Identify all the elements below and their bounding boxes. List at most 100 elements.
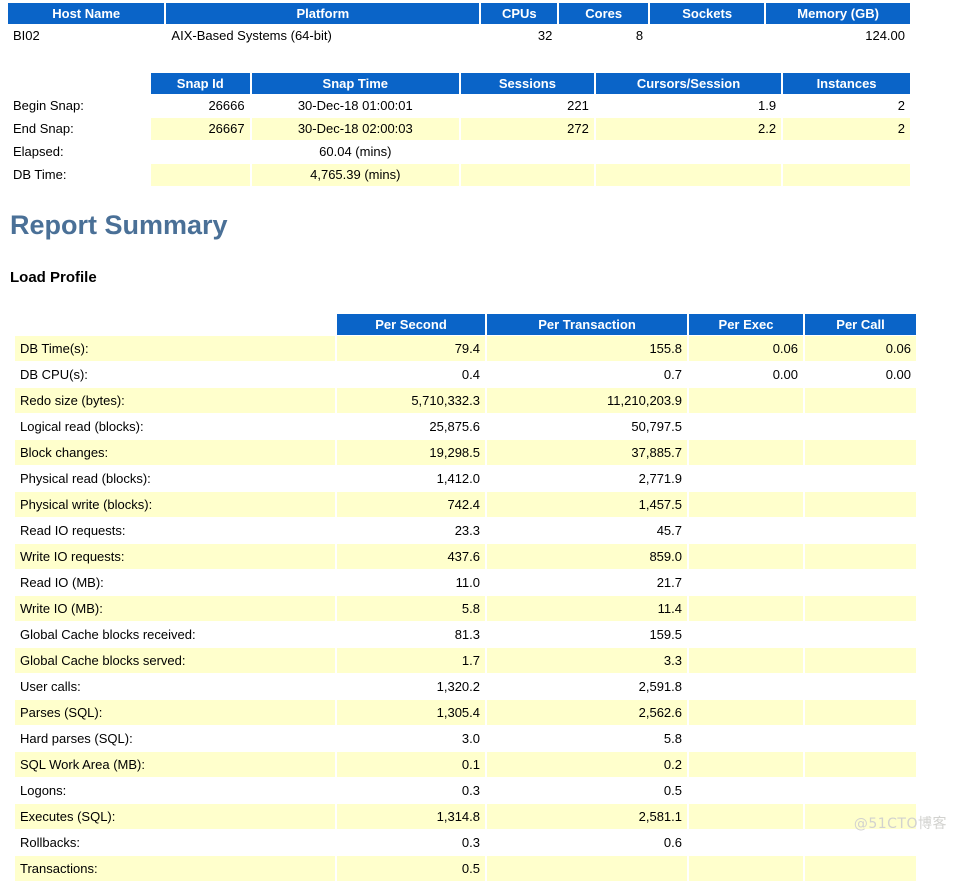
load-profile-metric-value: 50,797.5 <box>487 414 687 439</box>
load-profile-metric-value: 21.7 <box>487 570 687 595</box>
load-profile-metric-value <box>805 492 916 517</box>
snapshot-header-sessions: Sessions <box>460 73 594 94</box>
table-row: Hard parses (SQL): 3.0 5.8 <box>15 726 916 751</box>
load-profile-metric-value <box>805 830 916 855</box>
load-profile-metric-label: DB Time(s): <box>15 336 335 361</box>
table-row: End Snap: 26667 30-Dec-18 02:00:03 272 2… <box>8 118 910 140</box>
load-profile-metric-value: 159.5 <box>487 622 687 647</box>
load-profile-metric-value: 437.6 <box>337 544 485 569</box>
host-info-table: Host Name Platform CPUs Cores Sockets Me… <box>6 2 912 48</box>
load-profile-metric-value: 0.5 <box>487 778 687 803</box>
watermark: @51CTO博客 <box>853 816 947 832</box>
snapshot-info-table: Snap Id Snap Time Sessions Cursors/Sessi… <box>6 72 912 187</box>
load-profile-metric-value: 1,305.4 <box>337 700 485 725</box>
load-profile-metric-value: 1,412.0 <box>337 466 485 491</box>
table-row: BI02 AIX-Based Systems (64-bit) 32 8 124… <box>8 25 910 47</box>
host-info-header-cpus: CPUs <box>481 3 558 24</box>
host-info-header-memory: Memory (GB) <box>766 3 910 24</box>
load-profile-metric-value: 2,591.8 <box>487 674 687 699</box>
snapshot-db-time-snap-id <box>150 164 250 186</box>
load-profile-metric-label: Logons: <box>15 778 335 803</box>
load-profile-metric-value: 79.4 <box>337 336 485 361</box>
table-row: Executes (SQL): 1,314.8 2,581.1 <box>15 804 916 829</box>
load-profile-metric-value <box>805 596 916 621</box>
load-profile-metric-value: 0.00 <box>689 362 803 387</box>
snapshot-elapsed-instances <box>783 141 910 163</box>
host-info-cell-memory: 124.00 <box>766 25 910 47</box>
load-profile-metric-value: 0.3 <box>337 830 485 855</box>
load-profile-metric-value: 5.8 <box>337 596 485 621</box>
table-row: Block changes: 19,298.5 37,885.7 <box>15 440 916 465</box>
snapshot-begin-snap-id: 26666 <box>150 95 250 117</box>
load-profile-metric-label: Hard parses (SQL): <box>15 726 335 751</box>
load-profile-metric-value: 25,875.6 <box>337 414 485 439</box>
host-info-header-cores: Cores <box>559 3 649 24</box>
load-profile-metric-value: 3.0 <box>337 726 485 751</box>
load-profile-metric-label: Write IO requests: <box>15 544 335 569</box>
load-profile-metric-value <box>805 570 916 595</box>
table-row: Write IO (MB): 5.8 11.4 <box>15 596 916 621</box>
snapshot-db-time-value: 4,765.39 (mins) <box>251 164 459 186</box>
load-profile-metric-value: 1,314.8 <box>337 804 485 829</box>
load-profile-metric-value <box>805 518 916 543</box>
snapshot-end-instances: 2 <box>783 118 910 140</box>
host-info-cell-host-name: BI02 <box>8 25 165 47</box>
snapshot-header-cursors-session: Cursors/Session <box>595 73 782 94</box>
load-profile-metric-label: Global Cache blocks served: <box>15 648 335 673</box>
load-profile-metric-value: 2,771.9 <box>487 466 687 491</box>
load-profile-metric-value: 0.7 <box>487 362 687 387</box>
load-profile-metric-value <box>805 700 916 725</box>
snapshot-label-begin-snap: Begin Snap: <box>13 98 84 113</box>
table-row: Redo size (bytes): 5,710,332.3 11,210,203.… <box>15 388 916 413</box>
load-profile-metric-value <box>689 388 803 413</box>
snapshot-db-time-sessions <box>460 164 594 186</box>
load-profile-metric-value: 1,320.2 <box>337 674 485 699</box>
load-profile-metric-value: 37,885.7 <box>487 440 687 465</box>
load-profile-metric-value: 0.3 <box>337 778 485 803</box>
load-profile-metric-label: Redo size (bytes): <box>15 388 335 413</box>
load-profile-metric-value: 2,562.6 <box>487 700 687 725</box>
load-profile-metric-value: 1.7 <box>337 648 485 673</box>
table-row: SQL Work Area (MB): 0.1 0.2 <box>15 752 916 777</box>
load-profile-metric-value <box>689 518 803 543</box>
load-profile-metric-label: DB CPU(s): <box>15 362 335 387</box>
load-profile-header-per-second: Per Second <box>337 314 485 335</box>
load-profile-metric-value <box>689 570 803 595</box>
load-profile-metric-value <box>689 752 803 777</box>
load-profile-metric-value <box>805 466 916 491</box>
load-profile-metric-label: Executes (SQL): <box>15 804 335 829</box>
host-info-cell-cores: 8 <box>559 25 649 47</box>
load-profile-metric-value: 0.5 <box>337 856 485 881</box>
table-row: DB Time(s): 79.4 155.8 0.06 0.06 <box>15 336 916 361</box>
snapshot-end-snap-time: 30-Dec-18 02:00:03 <box>251 118 459 140</box>
load-profile-metric-value: 0.06 <box>805 336 916 361</box>
load-profile-metric-value <box>689 674 803 699</box>
load-profile-metric-label: Physical write (blocks): <box>15 492 335 517</box>
load-profile-metric-value <box>805 778 916 803</box>
load-profile-metric-value: 23.3 <box>337 518 485 543</box>
load-profile-metric-value <box>805 674 916 699</box>
load-profile-metric-value <box>805 544 916 569</box>
load-profile-metric-value <box>689 700 803 725</box>
load-profile-metric-label: SQL Work Area (MB): <box>15 752 335 777</box>
load-profile-header-row: Per Second Per Transaction Per Exec Per … <box>15 314 916 335</box>
table-row: Read IO (MB): 11.0 21.7 <box>15 570 916 595</box>
load-profile-metric-value: 81.3 <box>337 622 485 647</box>
snapshot-header-snap-time: Snap Time <box>251 73 459 94</box>
snapshot-label-elapsed: Elapsed: <box>13 144 64 159</box>
load-profile-metric-label: Rollbacks: <box>15 830 335 855</box>
page-title: Report Summary <box>10 210 228 240</box>
load-profile-header-per-exec: Per Exec <box>689 314 803 335</box>
table-row: User calls: 1,320.2 2,591.8 <box>15 674 916 699</box>
load-profile-metric-value <box>689 596 803 621</box>
load-profile-metric-label: Parses (SQL): <box>15 700 335 725</box>
host-info-header-platform: Platform <box>166 3 480 24</box>
host-info-header-sockets: Sockets <box>650 3 765 24</box>
load-profile-metric-value: 1,457.5 <box>487 492 687 517</box>
load-profile-metric-label: Physical read (blocks): <box>15 466 335 491</box>
snapshot-elapsed-snap-id <box>150 141 250 163</box>
table-row: Global Cache blocks served: 1.7 3.3 <box>15 648 916 673</box>
load-profile-metric-value: 859.0 <box>487 544 687 569</box>
load-profile-metric-label: Read IO (MB): <box>15 570 335 595</box>
load-profile-metric-value: 2,581.1 <box>487 804 687 829</box>
